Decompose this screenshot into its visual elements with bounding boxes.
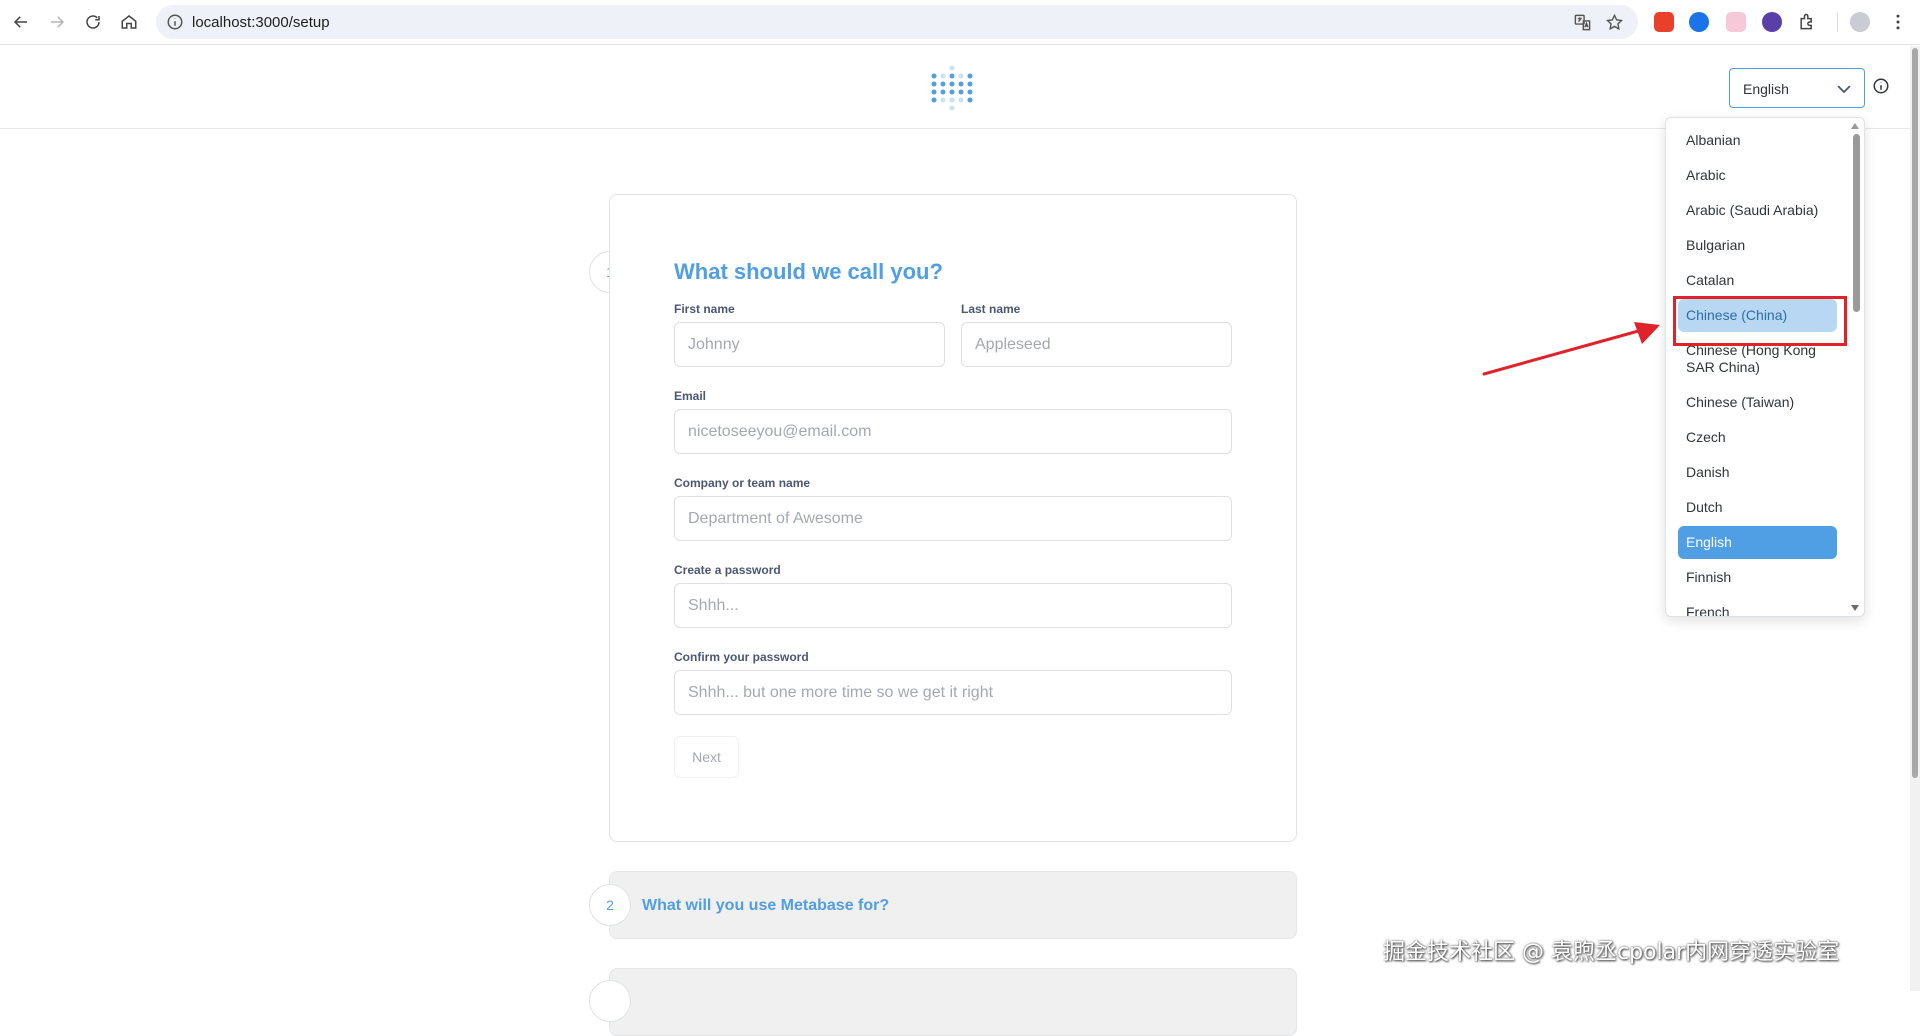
confirm-password-label: Confirm your password — [674, 650, 809, 664]
extension-sakura-icon[interactable] — [1726, 12, 1746, 32]
extension-json-icon[interactable] — [1654, 12, 1674, 32]
language-option[interactable]: Danish — [1678, 456, 1837, 489]
home-button[interactable] — [116, 9, 142, 35]
reload-icon — [86, 15, 100, 29]
step-1-title: What should we call you? — [674, 259, 943, 284]
language-option[interactable]: Finnish — [1678, 561, 1837, 594]
home-icon — [121, 15, 137, 29]
language-option[interactable]: French — [1678, 596, 1837, 616]
language-option[interactable]: Albanian — [1678, 124, 1837, 157]
translate-icon[interactable] — [1573, 13, 1592, 32]
setup-step-user-card: What should we call you? First name Last… — [609, 194, 1297, 842]
step-3-circle — [589, 980, 631, 1022]
reload-button[interactable] — [80, 9, 106, 35]
company-input[interactable] — [674, 496, 1232, 541]
password-label: Create a password — [674, 563, 781, 577]
back-button[interactable] — [8, 9, 34, 35]
language-option[interactable]: English — [1678, 526, 1837, 559]
extension-purple-icon[interactable] — [1762, 12, 1782, 32]
arrow-left-icon — [13, 16, 27, 28]
extensions-puzzle-icon[interactable] — [1797, 12, 1817, 32]
annotation-arrow-icon — [1482, 322, 1660, 376]
info-icon[interactable] — [1872, 77, 1890, 95]
email-input[interactable] — [674, 409, 1232, 454]
forward-button[interactable] — [44, 9, 70, 35]
watermark-text: 掘金技术社区 @ 袁煦丞cpolar内网穿透实验室 — [1383, 940, 1840, 965]
bookmark-star-icon[interactable] — [1605, 13, 1624, 32]
language-option[interactable]: Czech — [1678, 421, 1837, 454]
annotation-highlight-box — [1673, 296, 1847, 346]
last-name-label: Last name — [961, 302, 1021, 316]
first-name-input[interactable] — [674, 322, 945, 367]
metabase-logo-icon[interactable] — [928, 64, 976, 112]
extension-download-icon[interactable] — [1689, 12, 1709, 32]
page-scrollbar[interactable] — [1910, 46, 1920, 991]
dropdown-scrollbar-thumb[interactable] — [1853, 134, 1860, 312]
next-button[interactable]: Next — [674, 736, 739, 778]
arrow-right-icon — [51, 16, 65, 28]
language-dropdown-menu: Albanian Arabic Arabic (Saudi Arabia) Bulga… — [1665, 117, 1865, 617]
confirm-password-input[interactable] — [674, 670, 1232, 715]
email-label: Email — [674, 389, 707, 403]
language-option[interactable]: Bulgarian — [1678, 229, 1837, 262]
app-header: English — [0, 46, 1910, 129]
language-option[interactable]: Chinese (Taiwan) — [1678, 386, 1837, 419]
language-option[interactable]: Arabic — [1678, 159, 1837, 192]
setup-step-next[interactable] — [609, 968, 1297, 1036]
first-name-label: First name — [674, 302, 735, 316]
language-select[interactable]: English — [1729, 68, 1865, 108]
browser-menu-icon[interactable] — [1888, 12, 1908, 32]
scroll-up-arrow-icon[interactable] — [1851, 123, 1859, 129]
address-bar[interactable]: localhost:3000/setup — [156, 5, 1638, 39]
profile-avatar[interactable] — [1850, 12, 1870, 32]
password-input[interactable] — [674, 583, 1232, 628]
last-name-input[interactable] — [961, 322, 1232, 367]
scroll-down-arrow-icon[interactable] — [1851, 605, 1859, 611]
language-option[interactable]: Arabic (Saudi Arabia) — [1678, 194, 1837, 227]
language-option[interactable]: Catalan — [1678, 264, 1837, 297]
step-2-number: 2 — [589, 884, 631, 926]
url-text[interactable]: localhost:3000/setup — [192, 14, 330, 31]
page-scrollbar-thumb[interactable] — [1912, 48, 1918, 778]
site-info-icon[interactable] — [166, 13, 184, 31]
toolbar-divider — [1837, 12, 1838, 32]
setup-step-usage[interactable]: What will you use Metabase for? — [609, 871, 1297, 939]
language-select-value: English — [1743, 81, 1789, 97]
chevron-down-icon — [1837, 85, 1851, 94]
browser-toolbar: localhost:3000/setup — [0, 0, 1920, 45]
company-label: Company or team name — [674, 476, 811, 490]
step-2-title: What will you use Metabase for? — [642, 897, 890, 914]
language-option[interactable]: Dutch — [1678, 491, 1837, 524]
